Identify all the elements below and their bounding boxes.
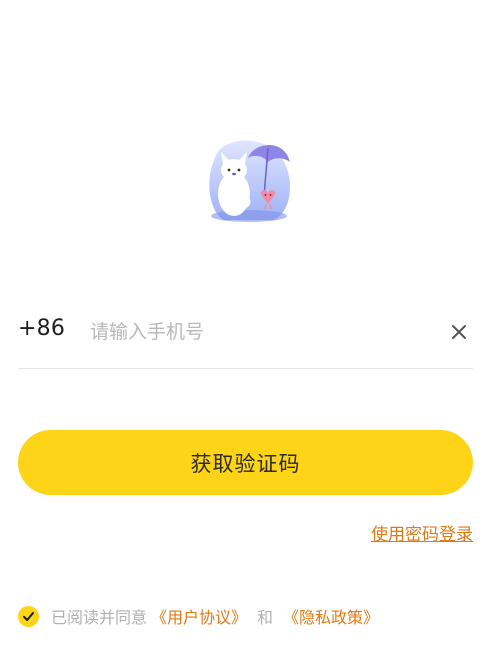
- close-icon: [452, 325, 466, 339]
- country-code-selector[interactable]: +86: [18, 316, 65, 341]
- agreement-row: 已阅读并同意 《用户协议》 和 《隐私政策》: [18, 604, 383, 628]
- get-verification-code-button[interactable]: 获取验证码: [18, 430, 473, 495]
- phone-input[interactable]: [90, 312, 430, 352]
- privacy-policy-link[interactable]: 《隐私政策》: [283, 604, 379, 628]
- cat-umbrella-illustration: [209, 140, 290, 222]
- phone-input-row: +86: [18, 312, 473, 352]
- password-login-link[interactable]: 使用密码登录: [371, 520, 473, 545]
- user-agreement-link[interactable]: 《用户协议》: [151, 604, 247, 628]
- agreement-prefix: 已阅读并同意: [51, 608, 148, 627]
- checkmark-icon: [23, 611, 34, 621]
- agreement-checkbox[interactable]: [18, 605, 39, 627]
- agreement-and-text: 和: [257, 608, 274, 627]
- clear-button[interactable]: [445, 318, 473, 346]
- input-divider: [18, 368, 473, 369]
